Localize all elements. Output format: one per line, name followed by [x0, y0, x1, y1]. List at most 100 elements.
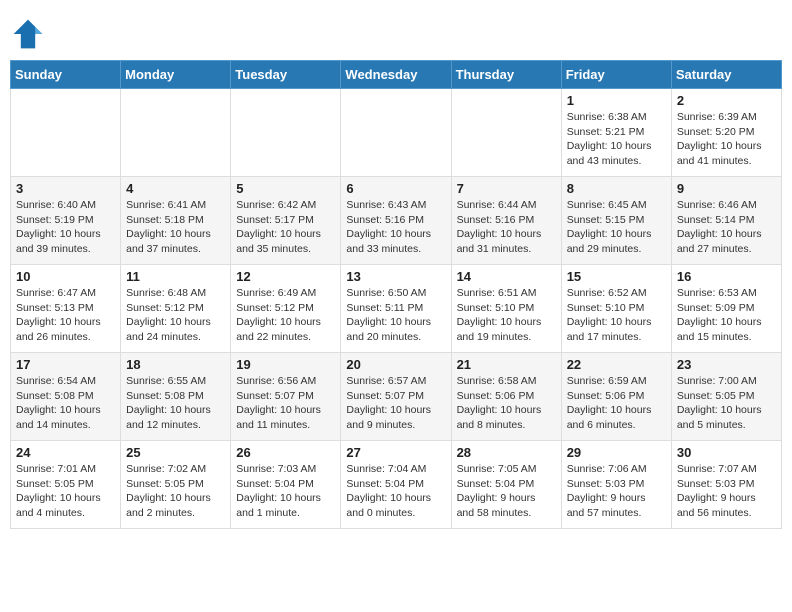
day-info: Sunrise: 6:47 AM Sunset: 5:13 PM Dayligh…: [16, 286, 115, 345]
calendar-cell: 3 Sunrise: 6:40 AM Sunset: 5:19 PM Daylig…: [11, 177, 121, 265]
calendar-cell: [11, 89, 121, 177]
calendar-cell: [231, 89, 341, 177]
page-header: [10, 10, 782, 52]
day-info: Sunrise: 6:45 AM Sunset: 5:15 PM Dayligh…: [567, 198, 666, 257]
column-header-thursday: Thursday: [451, 61, 561, 89]
calendar-cell: 20 Sunrise: 6:57 AM Sunset: 5:07 PM Dayli…: [341, 353, 451, 441]
day-number: 2: [677, 93, 776, 108]
day-info: Sunrise: 7:06 AM Sunset: 5:03 PM Dayligh…: [567, 462, 666, 521]
calendar-cell: 30 Sunrise: 7:07 AM Sunset: 5:03 PM Dayli…: [671, 441, 781, 529]
day-info: Sunrise: 6:44 AM Sunset: 5:16 PM Dayligh…: [457, 198, 556, 257]
day-number: 23: [677, 357, 776, 372]
day-info: Sunrise: 6:38 AM Sunset: 5:21 PM Dayligh…: [567, 110, 666, 169]
calendar-cell: 22Sunrise: 6:59 AM Sunset: 5:06 PM Dayli…: [561, 353, 671, 441]
calendar-cell: 11 Sunrise: 6:48 AM Sunset: 5:12 PM Dayli…: [121, 265, 231, 353]
day-number: 6: [346, 181, 445, 196]
day-number: 19: [236, 357, 335, 372]
calendar-cell: 7 Sunrise: 6:44 AM Sunset: 5:16 PM Daylig…: [451, 177, 561, 265]
day-number: 10: [16, 269, 115, 284]
calendar-cell: 16 Sunrise: 6:53 AM Sunset: 5:09 PM Dayli…: [671, 265, 781, 353]
calendar-week-row: 17 Sunrise: 6:54 AM Sunset: 5:08 PM Dayli…: [11, 353, 782, 441]
calendar-week-row: 10 Sunrise: 6:47 AM Sunset: 5:13 PM Dayli…: [11, 265, 782, 353]
calendar-table: SundayMondayTuesdayWednesdayThursdayFrid…: [10, 60, 782, 529]
calendar-cell: 25 Sunrise: 7:02 AM Sunset: 5:05 PM Dayli…: [121, 441, 231, 529]
calendar-cell: 18Sunrise: 6:55 AM Sunset: 5:08 PM Dayli…: [121, 353, 231, 441]
day-number: 16: [677, 269, 776, 284]
day-number: 17: [16, 357, 115, 372]
calendar-cell: 23Sunrise: 7:00 AM Sunset: 5:05 PM Dayli…: [671, 353, 781, 441]
day-info: Sunrise: 6:53 AM Sunset: 5:09 PM Dayligh…: [677, 286, 776, 345]
day-number: 30: [677, 445, 776, 460]
day-number: 9: [677, 181, 776, 196]
day-info: Sunrise: 6:58 AM Sunset: 5:06 PM Dayligh…: [457, 374, 556, 433]
calendar-cell: 27Sunrise: 7:04 AM Sunset: 5:04 PM Dayli…: [341, 441, 451, 529]
calendar-week-row: 1 Sunrise: 6:38 AM Sunset: 5:21 PM Daylig…: [11, 89, 782, 177]
calendar-cell: 21 Sunrise: 6:58 AM Sunset: 5:06 PM Dayli…: [451, 353, 561, 441]
day-info: Sunrise: 6:41 AM Sunset: 5:18 PM Dayligh…: [126, 198, 225, 257]
calendar-cell: 10 Sunrise: 6:47 AM Sunset: 5:13 PM Dayli…: [11, 265, 121, 353]
column-header-friday: Friday: [561, 61, 671, 89]
day-info: Sunrise: 7:01 AM Sunset: 5:05 PM Dayligh…: [16, 462, 115, 521]
day-info: Sunrise: 6:39 AM Sunset: 5:20 PM Dayligh…: [677, 110, 776, 169]
day-info: Sunrise: 6:48 AM Sunset: 5:12 PM Dayligh…: [126, 286, 225, 345]
day-info: Sunrise: 7:03 AM Sunset: 5:04 PM Dayligh…: [236, 462, 335, 521]
column-header-monday: Monday: [121, 61, 231, 89]
logo-icon: [10, 16, 46, 52]
day-number: 25: [126, 445, 225, 460]
calendar-cell: 4 Sunrise: 6:41 AM Sunset: 5:18 PM Daylig…: [121, 177, 231, 265]
calendar-cell: 15 Sunrise: 6:52 AM Sunset: 5:10 PM Dayli…: [561, 265, 671, 353]
calendar-cell: [451, 89, 561, 177]
day-info: Sunrise: 6:56 AM Sunset: 5:07 PM Dayligh…: [236, 374, 335, 433]
day-info: Sunrise: 6:59 AM Sunset: 5:06 PM Dayligh…: [567, 374, 666, 433]
calendar-cell: 8 Sunrise: 6:45 AM Sunset: 5:15 PM Daylig…: [561, 177, 671, 265]
logo: [10, 16, 50, 52]
day-number: 3: [16, 181, 115, 196]
calendar-cell: 6 Sunrise: 6:43 AM Sunset: 5:16 PM Daylig…: [341, 177, 451, 265]
day-info: Sunrise: 7:04 AM Sunset: 5:04 PM Dayligh…: [346, 462, 445, 521]
day-info: Sunrise: 6:43 AM Sunset: 5:16 PM Dayligh…: [346, 198, 445, 257]
day-number: 21: [457, 357, 556, 372]
day-number: 15: [567, 269, 666, 284]
day-number: 8: [567, 181, 666, 196]
day-info: Sunrise: 6:52 AM Sunset: 5:10 PM Dayligh…: [567, 286, 666, 345]
day-number: 18: [126, 357, 225, 372]
calendar-cell: 1 Sunrise: 6:38 AM Sunset: 5:21 PM Daylig…: [561, 89, 671, 177]
day-info: Sunrise: 7:05 AM Sunset: 5:04 PM Dayligh…: [457, 462, 556, 521]
day-number: 7: [457, 181, 556, 196]
column-header-wednesday: Wednesday: [341, 61, 451, 89]
day-number: 26: [236, 445, 335, 460]
day-info: Sunrise: 6:40 AM Sunset: 5:19 PM Dayligh…: [16, 198, 115, 257]
day-info: Sunrise: 7:02 AM Sunset: 5:05 PM Dayligh…: [126, 462, 225, 521]
calendar-cell: 9 Sunrise: 6:46 AM Sunset: 5:14 PM Daylig…: [671, 177, 781, 265]
calendar-cell: 5 Sunrise: 6:42 AM Sunset: 5:17 PM Daylig…: [231, 177, 341, 265]
calendar-cell: 13 Sunrise: 6:50 AM Sunset: 5:11 PM Dayli…: [341, 265, 451, 353]
day-info: Sunrise: 6:50 AM Sunset: 5:11 PM Dayligh…: [346, 286, 445, 345]
day-number: 14: [457, 269, 556, 284]
day-number: 28: [457, 445, 556, 460]
day-number: 29: [567, 445, 666, 460]
day-info: Sunrise: 6:54 AM Sunset: 5:08 PM Dayligh…: [16, 374, 115, 433]
day-number: 1: [567, 93, 666, 108]
calendar-week-row: 24 Sunrise: 7:01 AM Sunset: 5:05 PM Dayli…: [11, 441, 782, 529]
calendar-cell: 17 Sunrise: 6:54 AM Sunset: 5:08 PM Dayli…: [11, 353, 121, 441]
calendar-cell: 29 Sunrise: 7:06 AM Sunset: 5:03 PM Dayli…: [561, 441, 671, 529]
day-info: Sunrise: 7:07 AM Sunset: 5:03 PM Dayligh…: [677, 462, 776, 521]
calendar-cell: 14 Sunrise: 6:51 AM Sunset: 5:10 PM Dayli…: [451, 265, 561, 353]
day-number: 24: [16, 445, 115, 460]
day-number: 11: [126, 269, 225, 284]
day-number: 13: [346, 269, 445, 284]
day-info: Sunrise: 6:42 AM Sunset: 5:17 PM Dayligh…: [236, 198, 335, 257]
calendar-cell: [341, 89, 451, 177]
day-info: Sunrise: 6:57 AM Sunset: 5:07 PM Dayligh…: [346, 374, 445, 433]
calendar-cell: 19 Sunrise: 6:56 AM Sunset: 5:07 PM Dayli…: [231, 353, 341, 441]
calendar-cell: 26 Sunrise: 7:03 AM Sunset: 5:04 PM Dayli…: [231, 441, 341, 529]
calendar-header-row: SundayMondayTuesdayWednesdayThursdayFrid…: [11, 61, 782, 89]
column-header-tuesday: Tuesday: [231, 61, 341, 89]
day-info: Sunrise: 6:46 AM Sunset: 5:14 PM Dayligh…: [677, 198, 776, 257]
day-number: 12: [236, 269, 335, 284]
day-number: 5: [236, 181, 335, 196]
day-info: Sunrise: 6:51 AM Sunset: 5:10 PM Dayligh…: [457, 286, 556, 345]
day-number: 20: [346, 357, 445, 372]
calendar-week-row: 3 Sunrise: 6:40 AM Sunset: 5:19 PM Daylig…: [11, 177, 782, 265]
day-number: 4: [126, 181, 225, 196]
